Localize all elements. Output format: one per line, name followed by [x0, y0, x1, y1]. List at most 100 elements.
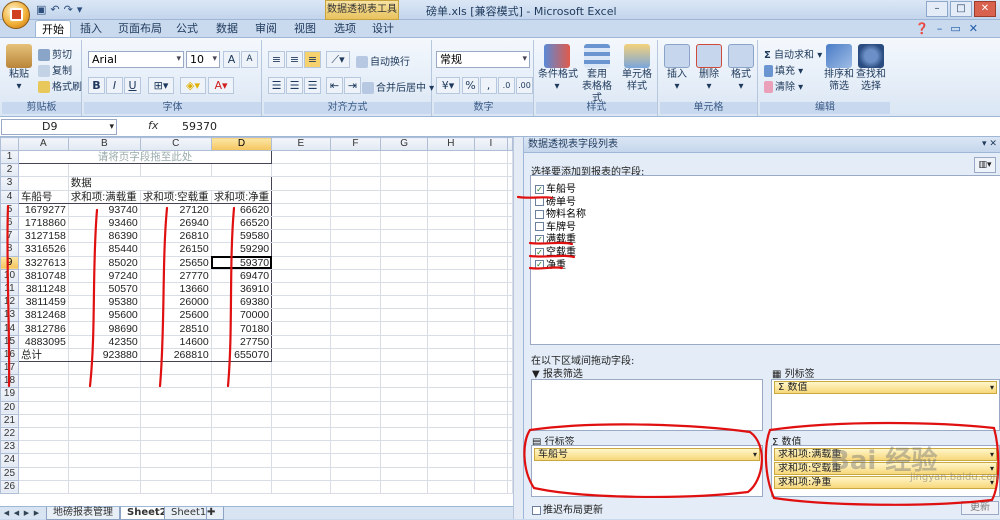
cell[interactable] [427, 215, 475, 231]
cell[interactable] [329, 400, 382, 415]
row-label-cell[interactable]: 3316526 [17, 242, 69, 257]
row-labels-area[interactable]: 车船号 [531, 445, 763, 497]
value-cell[interactable]: 85440 [67, 242, 141, 257]
cell[interactable] [473, 229, 509, 244]
cell[interactable] [210, 163, 273, 178]
insert-sheet-icon[interactable]: ✚ [206, 507, 224, 520]
cell[interactable] [329, 255, 382, 270]
cell[interactable] [507, 479, 513, 494]
cell[interactable] [329, 295, 382, 310]
cell[interactable] [67, 387, 141, 402]
tab-data[interactable]: 数据 [212, 20, 242, 38]
row-header[interactable]: 18 [0, 374, 19, 389]
value-cell[interactable]: 59370 [210, 255, 273, 270]
help-icon[interactable]: ❓ [915, 22, 929, 35]
cell[interactable] [329, 149, 382, 165]
cell[interactable] [427, 374, 475, 389]
row-header[interactable]: 26 [0, 479, 19, 494]
value-field-header[interactable]: 求和项:净重 [210, 189, 273, 204]
value-cell[interactable]: 28510 [139, 321, 212, 336]
value-cell[interactable]: 69470 [210, 268, 273, 283]
cell[interactable] [210, 440, 273, 455]
cell[interactable] [507, 387, 513, 402]
italic-button[interactable]: I [106, 77, 123, 94]
value-cell[interactable]: 27120 [139, 202, 212, 217]
cell[interactable] [473, 295, 509, 310]
cell[interactable] [380, 426, 429, 442]
cell[interactable] [210, 453, 273, 468]
cell[interactable] [427, 308, 475, 323]
cell[interactable] [473, 321, 509, 336]
row-header[interactable]: 10 [0, 268, 19, 283]
row-item-vehicle-no[interactable]: 车船号 [534, 448, 760, 461]
format-cells-button[interactable]: 格式 ▾ [726, 44, 756, 93]
row-header[interactable]: 4 [0, 189, 19, 204]
value-cell[interactable]: 25650 [139, 255, 212, 270]
select-all-corner[interactable] [0, 137, 19, 151]
row-header[interactable]: 2 [0, 163, 19, 178]
value-cell[interactable]: 26810 [139, 229, 212, 244]
pivot-field-item[interactable]: ✓ 净重 [535, 256, 566, 271]
row-header[interactable]: 5 [0, 202, 19, 217]
cell[interactable] [473, 255, 509, 270]
cell[interactable] [507, 360, 513, 376]
close-button[interactable]: ✕ [974, 1, 996, 17]
align-left-button[interactable]: ☰ [268, 77, 285, 94]
align-right-button[interactable]: ☰ [304, 77, 321, 94]
wrap-text-button[interactable]: 自动换行 [356, 53, 410, 68]
next-sheet-button[interactable]: ▶ [22, 508, 31, 518]
value-cell[interactable]: 93460 [67, 215, 141, 231]
cell[interactable] [507, 308, 513, 323]
cell[interactable] [271, 400, 331, 415]
cell[interactable] [329, 229, 382, 244]
cell[interactable] [507, 321, 513, 336]
comma-button[interactable]: , [480, 77, 497, 94]
row-label-cell[interactable]: 1718860 [17, 215, 69, 231]
grand-total-value[interactable]: 923880 [67, 347, 141, 363]
sheet-tab-weighbridge[interactable]: 地磅报表管理 [46, 507, 120, 520]
cell[interactable] [507, 295, 513, 310]
cell[interactable] [473, 215, 509, 231]
cell[interactable] [427, 295, 475, 310]
cell[interactable] [427, 426, 475, 442]
first-sheet-button[interactable]: ◀ [2, 508, 11, 518]
format-as-table-button[interactable]: 套用 表格格式 [578, 44, 616, 105]
value-cell[interactable]: 26940 [139, 215, 212, 231]
cell[interactable] [329, 215, 382, 231]
fill-button[interactable]: 填充 ▾ [764, 62, 803, 77]
cell[interactable] [139, 426, 212, 442]
cell[interactable] [17, 176, 69, 191]
cell[interactable] [271, 295, 331, 310]
row-label-cell[interactable]: 3811459 [17, 295, 69, 310]
value-cell[interactable]: 27750 [210, 334, 273, 349]
cell[interactable] [67, 400, 141, 415]
cell[interactable] [507, 413, 513, 428]
tab-formulas[interactable]: 公式 [172, 20, 202, 38]
bold-button[interactable]: B [88, 77, 105, 94]
cell[interactable] [139, 453, 212, 468]
cell[interactable] [427, 360, 475, 376]
row-header[interactable]: 24 [0, 453, 19, 468]
grand-total-label[interactable]: 总计 [17, 347, 69, 363]
cell[interactable] [271, 347, 331, 363]
paste-button[interactable]: 粘贴 ▾ [4, 44, 34, 93]
cell[interactable] [427, 413, 475, 428]
cell[interactable] [380, 202, 429, 217]
cell[interactable] [380, 229, 429, 244]
cell[interactable] [17, 453, 69, 468]
cell[interactable] [380, 242, 429, 257]
column-header[interactable]: E [271, 137, 331, 151]
cell[interactable] [507, 334, 513, 349]
cell[interactable] [271, 334, 331, 349]
number-format-combo[interactable]: 常规 [436, 51, 530, 68]
cell[interactable] [380, 295, 429, 310]
cell[interactable] [380, 308, 429, 323]
cell[interactable] [427, 334, 475, 349]
row-header[interactable]: 20 [0, 400, 19, 415]
cell[interactable] [507, 176, 513, 191]
cell[interactable] [139, 163, 212, 178]
cell[interactable] [507, 202, 513, 217]
value-cell[interactable]: 27770 [139, 268, 212, 283]
value-cell[interactable]: 85020 [67, 255, 141, 270]
cell[interactable] [427, 281, 475, 297]
